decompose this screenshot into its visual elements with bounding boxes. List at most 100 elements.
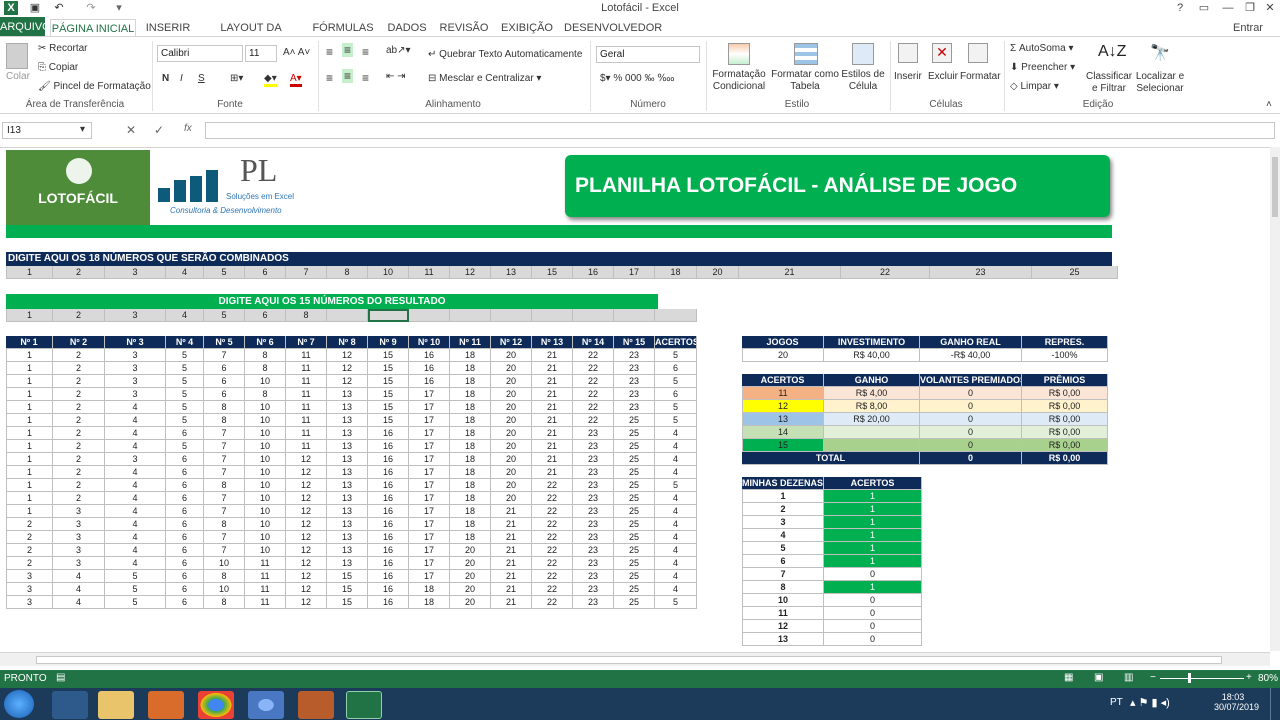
copy-button[interactable]: ⎘ Copiar bbox=[38, 62, 78, 73]
games-column-header[interactable]: Nº 13 bbox=[532, 336, 573, 349]
autosum-button[interactable]: Σ AutoSoma ▾ bbox=[1010, 43, 1073, 54]
game-cell[interactable]: 17 bbox=[409, 414, 450, 427]
tens-number-cell[interactable]: 6 bbox=[742, 555, 824, 568]
game-cell[interactable]: 2 bbox=[53, 427, 105, 440]
result-number-cell[interactable] bbox=[491, 309, 532, 322]
game-cell[interactable]: 22 bbox=[573, 349, 614, 362]
game-cell[interactable]: 25 bbox=[614, 518, 655, 531]
horizontal-scrollbar[interactable] bbox=[0, 652, 1270, 666]
game-cell[interactable]: 16 bbox=[368, 440, 409, 453]
enter-icon[interactable]: ✓ bbox=[154, 123, 164, 137]
prize-hits-cell[interactable]: 12 bbox=[742, 400, 824, 413]
game-cell[interactable]: 4 bbox=[655, 440, 697, 453]
zoom-level[interactable]: 80% bbox=[1258, 673, 1278, 684]
macro-record-icon[interactable]: ▤ bbox=[56, 672, 65, 683]
combined-number-cell[interactable]: 5 bbox=[204, 266, 245, 279]
game-cell[interactable]: 25 bbox=[614, 453, 655, 466]
game-cell[interactable]: 4 bbox=[53, 596, 105, 609]
game-cell[interactable]: 12 bbox=[286, 518, 327, 531]
games-column-header[interactable]: Nº 5 bbox=[204, 336, 245, 349]
combined-number-cell[interactable]: 25 bbox=[1032, 266, 1118, 279]
combined-number-cell[interactable]: 22 bbox=[841, 266, 930, 279]
game-cell[interactable]: 16 bbox=[368, 570, 409, 583]
game-cell[interactable]: 25 bbox=[614, 479, 655, 492]
game-cell[interactable]: 23 bbox=[573, 492, 614, 505]
game-cell[interactable]: 12 bbox=[286, 596, 327, 609]
name-box[interactable]: I13 bbox=[2, 122, 92, 139]
game-cell[interactable]: 3 bbox=[6, 596, 53, 609]
game-cell[interactable]: 1 bbox=[6, 466, 53, 479]
game-cell[interactable]: 21 bbox=[532, 427, 573, 440]
game-cell[interactable]: 5 bbox=[655, 479, 697, 492]
result-number-cell[interactable]: 8 bbox=[286, 309, 327, 322]
game-cell[interactable]: 18 bbox=[450, 466, 491, 479]
name-box-dropdown-icon[interactable]: ▾ bbox=[80, 124, 85, 135]
game-cell[interactable]: 16 bbox=[368, 596, 409, 609]
result-number-cell[interactable] bbox=[409, 309, 450, 322]
combined-number-cell[interactable]: 8 bbox=[327, 266, 368, 279]
game-cell[interactable]: 1 bbox=[6, 505, 53, 518]
game-cell[interactable]: 20 bbox=[450, 583, 491, 596]
game-cell[interactable]: 4 bbox=[655, 453, 697, 466]
game-cell[interactable]: 6 bbox=[166, 557, 204, 570]
game-cell[interactable]: 5 bbox=[655, 596, 697, 609]
game-cell[interactable]: 22 bbox=[573, 414, 614, 427]
tab-file[interactable]: ARQUIVO bbox=[0, 17, 51, 37]
game-cell[interactable]: 4 bbox=[105, 401, 166, 414]
game-cell[interactable]: 6 bbox=[166, 596, 204, 609]
game-cell[interactable]: 13 bbox=[327, 453, 368, 466]
normal-view-icon[interactable]: ▦ bbox=[1064, 672, 1073, 683]
game-cell[interactable]: 18 bbox=[450, 388, 491, 401]
game-cell[interactable]: 16 bbox=[368, 518, 409, 531]
align-middle-icon[interactable]: ≡ bbox=[342, 43, 354, 57]
game-cell[interactable]: 3 bbox=[6, 583, 53, 596]
start-button[interactable] bbox=[4, 690, 34, 718]
game-cell[interactable]: 23 bbox=[573, 583, 614, 596]
game-cell[interactable]: 20 bbox=[450, 596, 491, 609]
game-cell[interactable]: 4 bbox=[655, 427, 697, 440]
game-cell[interactable]: 3 bbox=[105, 388, 166, 401]
game-cell[interactable]: 1 bbox=[6, 362, 53, 375]
game-cell[interactable]: 20 bbox=[491, 479, 532, 492]
font-size-dropdown[interactable]: 11 bbox=[245, 45, 277, 62]
game-cell[interactable]: 4 bbox=[655, 492, 697, 505]
game-cell[interactable]: 17 bbox=[409, 544, 450, 557]
align-left-icon[interactable]: ≡ bbox=[326, 71, 333, 85]
combined-number-cell[interactable]: 10 bbox=[368, 266, 409, 279]
prize-amount-cell[interactable]: R$ 0,00 bbox=[1022, 413, 1108, 426]
game-cell[interactable]: 10 bbox=[245, 505, 286, 518]
tens-hit-cell[interactable]: 1 bbox=[824, 490, 922, 503]
games-column-header[interactable]: Nº 4 bbox=[166, 336, 204, 349]
insert-cells-button[interactable]: Inserir bbox=[894, 71, 922, 82]
prizes-column-header[interactable]: GANHO bbox=[824, 374, 920, 387]
align-top-icon[interactable]: ≡ bbox=[326, 45, 333, 59]
combined-number-cell[interactable]: 21 bbox=[739, 266, 841, 279]
game-cell[interactable]: 22 bbox=[573, 375, 614, 388]
result-number-cell[interactable]: 1 bbox=[6, 309, 53, 322]
game-cell[interactable]: 1 bbox=[6, 375, 53, 388]
game-cell[interactable]: 11 bbox=[286, 388, 327, 401]
game-cell[interactable]: 13 bbox=[327, 492, 368, 505]
game-cell[interactable]: 21 bbox=[532, 401, 573, 414]
prize-gain-cell[interactable] bbox=[824, 426, 920, 439]
tens-hit-cell[interactable]: 0 bbox=[824, 607, 922, 620]
chrome-icon[interactable] bbox=[198, 691, 234, 719]
game-cell[interactable]: 18 bbox=[450, 479, 491, 492]
summary-column-header[interactable]: INVESTIMENTO bbox=[824, 336, 920, 349]
sign-in-link[interactable]: Entrar bbox=[1226, 19, 1270, 37]
game-cell[interactable]: 4 bbox=[655, 531, 697, 544]
zoom-out-icon[interactable]: − bbox=[1150, 672, 1156, 683]
wrap-text-button[interactable]: ↵ Quebrar Texto Automaticamente bbox=[428, 49, 582, 60]
game-cell[interactable]: 13 bbox=[327, 440, 368, 453]
game-cell[interactable]: 12 bbox=[286, 492, 327, 505]
game-cell[interactable]: 17 bbox=[409, 440, 450, 453]
vertical-scrollbar[interactable] bbox=[1270, 147, 1280, 651]
game-cell[interactable]: 23 bbox=[573, 531, 614, 544]
result-number-cell[interactable] bbox=[368, 309, 409, 322]
cancel-icon[interactable]: ✕ bbox=[126, 123, 136, 137]
tab-data[interactable]: DADOS bbox=[384, 19, 430, 37]
game-cell[interactable]: 13 bbox=[327, 401, 368, 414]
game-cell[interactable]: 7 bbox=[204, 492, 245, 505]
game-cell[interactable]: 6 bbox=[166, 570, 204, 583]
fill-button[interactable]: ⬇ Preencher ▾ bbox=[1010, 62, 1075, 73]
